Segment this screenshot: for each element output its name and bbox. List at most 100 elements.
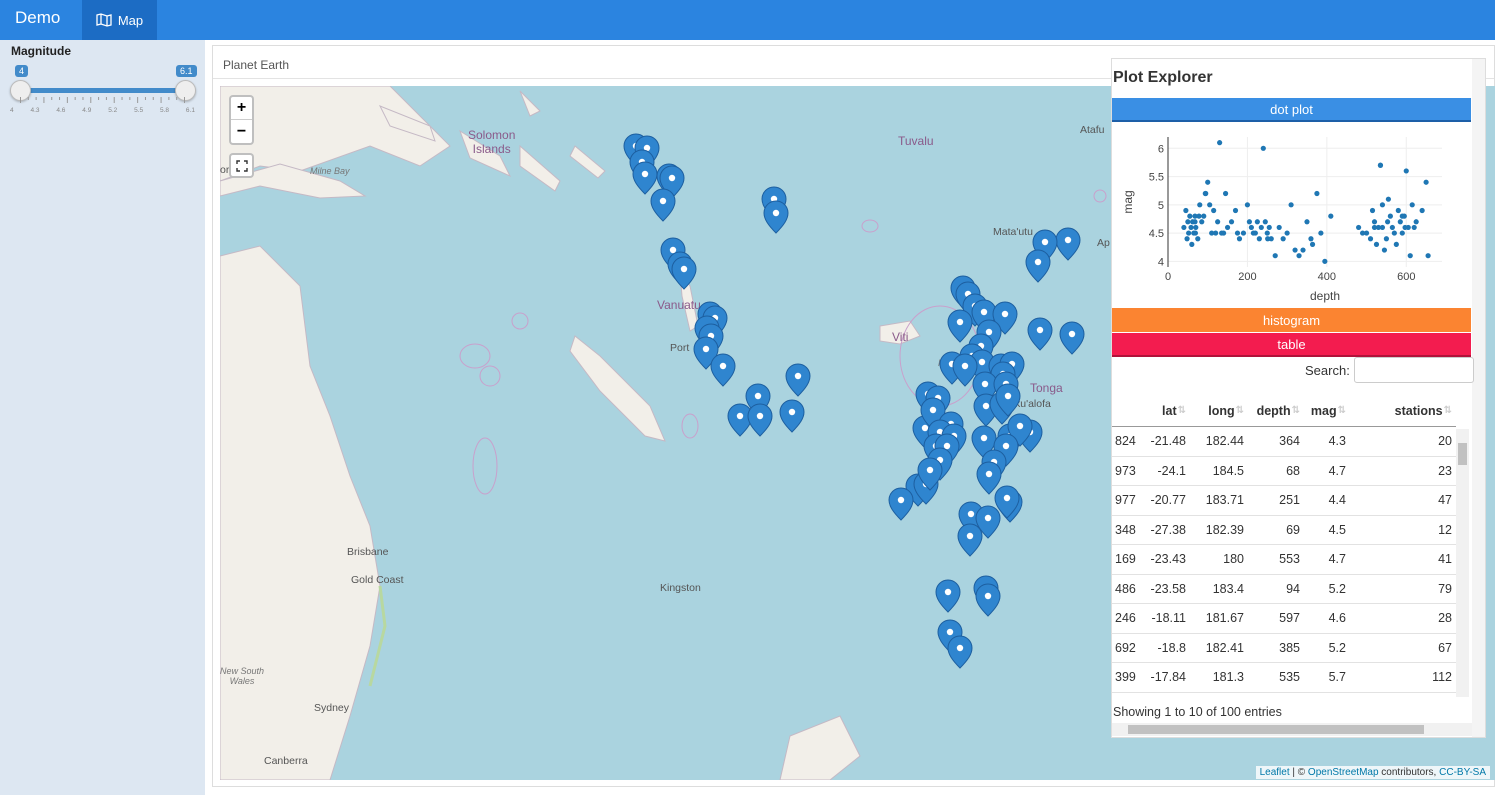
search-input[interactable] — [1354, 357, 1474, 383]
explorer-scrollbar[interactable] — [1472, 59, 1485, 737]
map-icon — [96, 13, 112, 27]
table-header-label: mag — [1310, 403, 1337, 418]
map-marker[interactable] — [710, 353, 736, 387]
license-link[interactable]: CC-BY-SA — [1439, 767, 1486, 778]
table-cell: 79 — [1438, 581, 1452, 596]
scatter-point — [1192, 219, 1198, 225]
table-row[interactable]: 977 -20.77 183.71 251 4.4 47 — [1112, 486, 1456, 516]
table-header-depth[interactable]: depth ⇅ — [1248, 395, 1304, 426]
scatter-point — [1192, 230, 1198, 236]
table-cell: 182.39 — [1205, 522, 1244, 537]
table-vertical-scrollbar[interactable] — [1456, 429, 1469, 697]
map-marker[interactable] — [947, 635, 973, 669]
map-marker[interactable] — [1027, 317, 1053, 351]
table-header-long[interactable]: long ⇅ — [1190, 395, 1248, 426]
search-label: Search: — [1305, 363, 1350, 378]
zoom-in-button[interactable]: + — [231, 97, 252, 120]
table-horizontal-scrollbar[interactable] — [1112, 723, 1472, 736]
map-marker[interactable] — [779, 399, 805, 433]
scatter-point — [1197, 202, 1203, 208]
leaflet-link[interactable]: Leaflet — [1260, 767, 1290, 778]
map-marker[interactable] — [650, 188, 676, 222]
data-table: lat ⇅ long ⇅ depth ⇅ mag ⇅ stations ⇅ 824 -21.48 18… — [1112, 395, 1456, 695]
scatter-point — [1195, 236, 1201, 242]
table-cell: 183.4 — [1212, 581, 1244, 596]
map-marker[interactable] — [1055, 227, 1081, 261]
scatter-point — [1423, 179, 1429, 185]
map-marker[interactable] — [976, 461, 1002, 495]
table-row[interactable]: 399 -17.84 181.3 535 5.7 112 — [1112, 663, 1456, 693]
brand-title[interactable]: Demo — [15, 8, 60, 28]
scatter-point — [1189, 241, 1195, 247]
map-marker[interactable] — [763, 200, 789, 234]
table-cell: 5.2 — [1328, 640, 1346, 655]
scatter-point — [1387, 213, 1393, 219]
table-cell: 597 — [1279, 611, 1300, 626]
scatter-point — [1266, 224, 1272, 231]
dot-plot-button[interactable]: dot plot — [1112, 98, 1471, 122]
table-vertical-thumb[interactable] — [1458, 443, 1467, 465]
table-cell: 68 — [1286, 463, 1300, 478]
scatter-point — [1385, 196, 1391, 202]
navbar: Demo Map — [0, 0, 1495, 40]
map-marker[interactable] — [888, 487, 914, 521]
scatter-point — [1188, 224, 1194, 231]
scatter-point — [1265, 236, 1271, 242]
magnitude-label: Magnitude — [11, 44, 71, 58]
map-marker[interactable] — [957, 523, 983, 557]
scatter-point — [1205, 179, 1211, 185]
y-axis-label: mag — [1121, 190, 1135, 213]
map-marker[interactable] — [747, 403, 773, 437]
table-cell: 4.4 — [1328, 493, 1346, 508]
map-marker[interactable] — [1025, 249, 1051, 283]
scatter-point — [1292, 247, 1298, 253]
zoom-out-button[interactable]: − — [231, 120, 252, 143]
table-cell: 182.44 — [1205, 434, 1244, 449]
map-marker[interactable] — [947, 309, 973, 343]
table-header-mag[interactable]: mag ⇅ — [1304, 395, 1350, 426]
magnitude-slider-track[interactable] — [20, 88, 185, 93]
scatter-point — [1393, 241, 1399, 247]
scatter-point — [1296, 253, 1302, 259]
scatter-point — [1184, 236, 1190, 242]
tab-map[interactable]: Map — [82, 0, 157, 40]
table-cell: 977 — [1115, 493, 1136, 508]
scatter-point — [1215, 219, 1221, 225]
table-header-lat[interactable]: lat ⇅ — [1152, 395, 1190, 426]
table-row[interactable]: 824 -21.48 182.44 364 4.3 20 — [1112, 427, 1456, 457]
map-marker[interactable] — [785, 363, 811, 397]
y-tick-label: 6 — [1158, 143, 1164, 155]
table-row[interactable]: 973 -24.1 184.5 68 4.7 23 — [1112, 457, 1456, 486]
scatter-point — [1371, 219, 1378, 225]
table-header-label: long — [1208, 403, 1235, 418]
fullscreen-button[interactable] — [229, 153, 254, 178]
attribution-sep: | © — [1289, 767, 1308, 778]
scatter-point — [1300, 247, 1306, 253]
table-header-stations[interactable]: stations ⇅ — [1350, 395, 1456, 426]
scatter-point — [1371, 224, 1378, 231]
table-cell: 181.67 — [1205, 611, 1244, 626]
table-cell: 69 — [1286, 522, 1300, 537]
table-cell: -27.38 — [1150, 522, 1186, 537]
zoom-control: + − — [229, 95, 254, 145]
scatter-point — [1222, 190, 1229, 197]
histogram-button[interactable]: histogram — [1112, 308, 1471, 332]
table-row[interactable]: 348 -27.38 182.39 69 4.5 12 — [1112, 516, 1456, 545]
map-marker[interactable] — [632, 161, 658, 195]
map-marker[interactable] — [1059, 321, 1085, 355]
scatter-point — [1228, 219, 1235, 225]
table-row[interactable]: 692 -18.8 182.41 385 5.2 67 — [1112, 634, 1456, 663]
scatter-point — [1272, 253, 1278, 259]
tab-map-label: Map — [117, 12, 144, 28]
table-button[interactable]: table — [1112, 333, 1471, 357]
osm-link[interactable]: OpenStreetMap — [1308, 767, 1379, 778]
table-row[interactable]: 486 -23.58 183.4 94 5.2 79 — [1112, 575, 1456, 604]
map-marker[interactable] — [975, 583, 1001, 617]
scatter-point — [1196, 213, 1202, 219]
map-marker[interactable] — [671, 256, 697, 290]
table-row[interactable]: 246 -18.11 181.67 597 4.6 28 — [1112, 604, 1456, 634]
y-tick-label: 5.5 — [1149, 172, 1164, 184]
map-marker[interactable] — [935, 579, 961, 613]
table-row[interactable]: 169 -23.43 180 553 4.7 41 — [1112, 545, 1456, 575]
table-horizontal-thumb[interactable] — [1128, 725, 1424, 734]
